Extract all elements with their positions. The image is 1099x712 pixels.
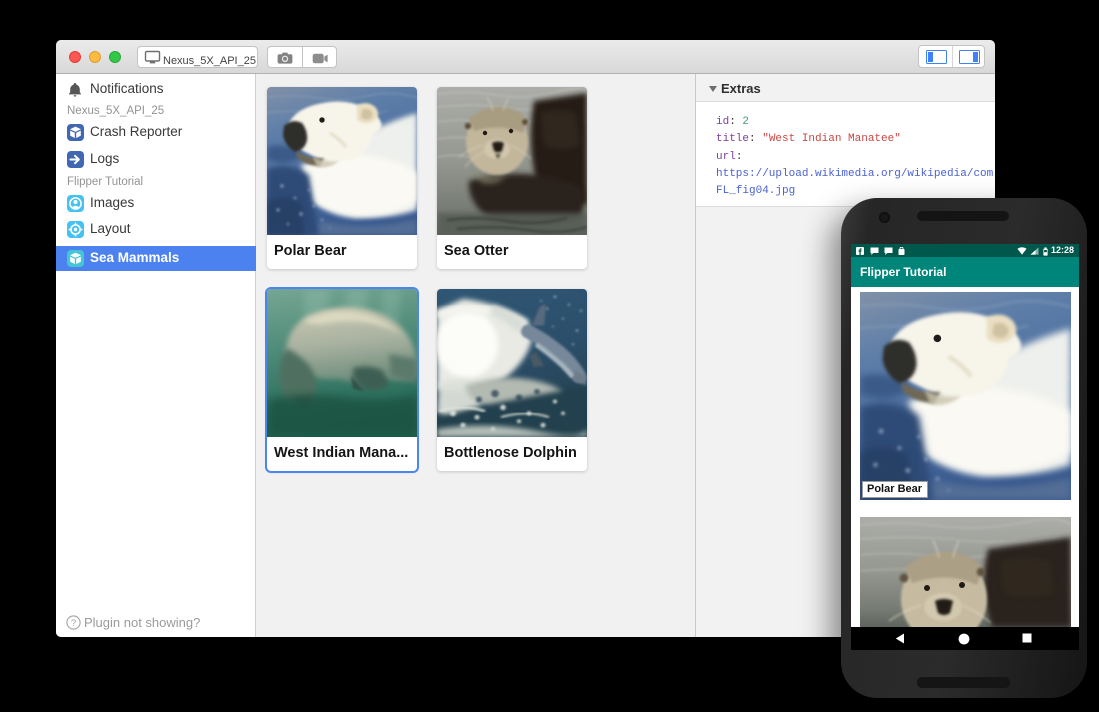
svg-text:?: ? bbox=[71, 618, 76, 629]
